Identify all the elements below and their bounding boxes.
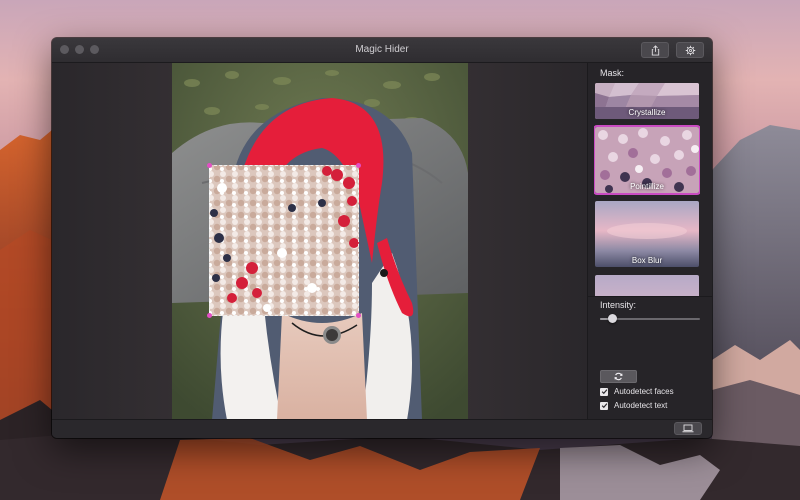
resize-handle-top-left[interactable] bbox=[207, 163, 212, 168]
settings-button[interactable] bbox=[676, 42, 704, 58]
resize-handle-bottom-left[interactable] bbox=[207, 313, 212, 318]
mask-thumb-label: Pointillize bbox=[630, 182, 664, 191]
mask-thumb-label: Crystallize bbox=[628, 108, 666, 117]
mask-thumb-box-blur[interactable]: Box Blur bbox=[595, 201, 699, 267]
mask-preview bbox=[595, 275, 699, 296]
mask-thumb-label: Box Blur bbox=[631, 256, 663, 265]
share-button[interactable] bbox=[641, 42, 669, 58]
resize-handle-bottom-right[interactable] bbox=[356, 313, 361, 318]
resize-handle-top-right[interactable] bbox=[356, 163, 361, 168]
mask-thumbnail-list: Crystallize Pointillize Box Blur bbox=[594, 81, 700, 296]
title-bar: Magic Hider bbox=[52, 38, 712, 63]
mask-label: Mask: bbox=[600, 68, 625, 78]
autodetect-faces-row[interactable]: Autodetect faces bbox=[600, 387, 674, 396]
checkmark-icon bbox=[601, 389, 607, 395]
mask-thumb-crystallize[interactable]: Crystallize bbox=[595, 83, 699, 119]
app-window: Magic Hider Mask: Crystallize Pointilliz… bbox=[52, 38, 712, 438]
image-canvas[interactable] bbox=[52, 63, 587, 420]
autodetect-text-label: Autodetect text bbox=[614, 401, 668, 410]
gear-icon bbox=[685, 45, 695, 55]
sidebar: Mask: Crystallize Pointillize Box Blur I… bbox=[587, 63, 712, 420]
refresh-icon bbox=[614, 372, 623, 381]
mask-thumb-more[interactable] bbox=[595, 275, 699, 296]
bottom-bar bbox=[52, 419, 712, 438]
face-selection-box[interactable] bbox=[207, 163, 361, 318]
autodetect-text-checkbox[interactable] bbox=[600, 401, 608, 410]
laptop-icon bbox=[682, 424, 694, 433]
refresh-button[interactable] bbox=[600, 370, 637, 383]
autodetect-faces-checkbox[interactable] bbox=[600, 387, 608, 396]
intensity-slider[interactable] bbox=[600, 314, 700, 323]
mask-thumb-pointillize[interactable]: Pointillize bbox=[594, 125, 700, 195]
autodetect-text-row[interactable]: Autodetect text bbox=[600, 401, 667, 410]
photo bbox=[172, 63, 468, 420]
device-preview-button[interactable] bbox=[674, 422, 702, 435]
window-title: Magic Hider bbox=[355, 44, 409, 55]
autodetect-faces-label: Autodetect faces bbox=[614, 387, 674, 396]
checkmark-icon bbox=[601, 403, 607, 409]
intensity-slider-thumb[interactable] bbox=[608, 314, 617, 323]
sidebar-divider bbox=[588, 296, 712, 297]
intensity-label: Intensity: bbox=[600, 300, 637, 310]
share-icon bbox=[651, 44, 659, 56]
